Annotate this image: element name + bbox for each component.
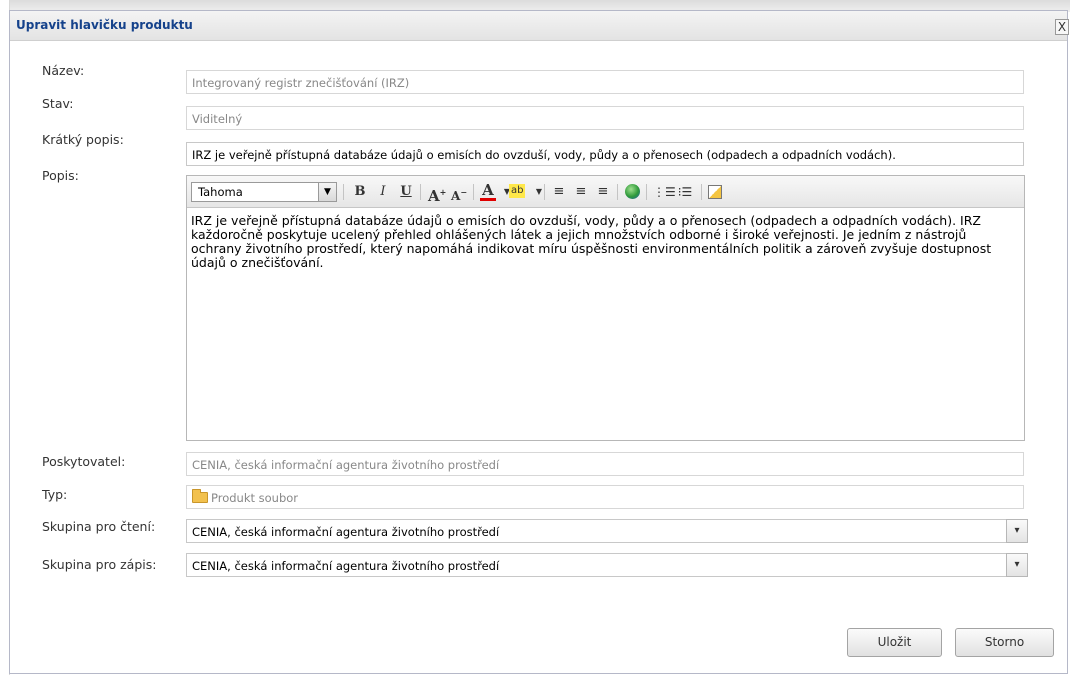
toolbar-separator: [420, 184, 421, 200]
toolbar-separator: [343, 184, 344, 200]
toolbar-separator: [473, 184, 474, 200]
save-button[interactable]: Uložit: [847, 628, 942, 657]
editor-toolbar: Tahoma ▼ B I U A+ A− A ▼ ab ▼ ≡ ≡ ≡ ⋮☰ ⁝…: [187, 176, 1024, 208]
popis-label: Popis:: [42, 168, 79, 183]
highlight-icon: ab: [511, 185, 524, 196]
skupina-cteni-label: Skupina pro čtení:: [42, 519, 156, 534]
toolbar-separator: [701, 184, 702, 200]
font-family-select[interactable]: Tahoma ▼: [191, 182, 337, 202]
align-center-icon[interactable]: ≡: [573, 183, 589, 201]
dialog-titlebar[interactable]: Upravit hlavičku produktu X: [10, 11, 1069, 41]
dialog-title: Upravit hlavičku produktu: [16, 18, 193, 32]
popis-rich-text-editor[interactable]: Tahoma ▼ B I U A+ A− A ▼ ab ▼ ≡ ≡ ≡ ⋮☰ ⁝…: [186, 175, 1025, 441]
font-color-button[interactable]: A: [480, 183, 496, 201]
grow-font-button[interactable]: A+: [428, 183, 446, 205]
chevron-down-icon[interactable]: ▼: [318, 183, 336, 201]
skupina-cteni-value: CENIA, česká informační agentura životní…: [192, 525, 500, 539]
numbered-list-icon[interactable]: ⋮☰: [653, 183, 676, 201]
shrink-font-icon: A: [451, 189, 461, 203]
toolbar-separator: [617, 184, 618, 200]
skupina-zapis-label: Skupina pro zápis:: [42, 557, 157, 572]
toolbar-separator: [646, 184, 647, 200]
italic-button[interactable]: I: [375, 183, 391, 201]
font-family-value: Tahoma: [198, 185, 243, 199]
stav-field[interactable]: Viditelný: [186, 106, 1024, 130]
source-edit-button[interactable]: [707, 183, 723, 201]
poskytovatel-field[interactable]: CENIA, česká informační agentura životní…: [186, 452, 1024, 476]
highlight-button[interactable]: ab: [509, 184, 526, 198]
typ-value: Produkt soubor: [211, 491, 299, 505]
align-right-icon[interactable]: ≡: [595, 183, 611, 201]
kratky-popis-field[interactable]: IRZ je veřejně přístupná databáze údajů …: [186, 142, 1024, 166]
globe-link-icon: [624, 184, 640, 199]
chevron-down-icon[interactable]: ▾: [1006, 519, 1028, 543]
poskytovatel-label: Poskytovatel:: [42, 454, 126, 469]
align-left-icon[interactable]: ≡: [551, 183, 567, 201]
popis-editor-content[interactable]: IRZ je veřejně přístupná databáze údajů …: [187, 209, 1024, 440]
source-edit-icon: [708, 185, 722, 199]
skupina-zapis-select[interactable]: CENIA, česká informační agentura životní…: [186, 553, 1028, 577]
grow-font-icon: A: [428, 187, 440, 205]
typ-field[interactable]: Produkt soubor: [186, 485, 1024, 509]
stav-label: Stav:: [42, 96, 74, 111]
skupina-cteni-select[interactable]: CENIA, česká informační agentura životní…: [186, 519, 1028, 543]
font-color-icon: A: [482, 181, 494, 199]
bold-button[interactable]: B: [352, 183, 368, 201]
folder-icon: [192, 489, 208, 503]
nazev-field[interactable]: Integrovaný registr znečišťování (IRZ): [186, 70, 1024, 94]
underline-button[interactable]: U: [398, 183, 414, 201]
shrink-font-button[interactable]: A−: [451, 183, 467, 203]
nazev-label: Název:: [42, 63, 85, 78]
kratky-popis-label: Krátký popis:: [42, 132, 124, 147]
toolbar-separator: [544, 184, 545, 200]
skupina-zapis-value: CENIA, česká informační agentura životní…: [192, 559, 500, 573]
typ-label: Typ:: [42, 487, 68, 502]
close-button[interactable]: X: [1055, 19, 1069, 35]
bullet-list-icon[interactable]: ⁝☰: [677, 183, 693, 201]
edit-product-header-dialog: Upravit hlavičku produktu X Název: Integ…: [9, 10, 1069, 674]
cancel-button[interactable]: Storno: [955, 628, 1054, 657]
insert-link-button[interactable]: [624, 183, 640, 201]
chevron-down-icon[interactable]: ▾: [1006, 553, 1028, 577]
